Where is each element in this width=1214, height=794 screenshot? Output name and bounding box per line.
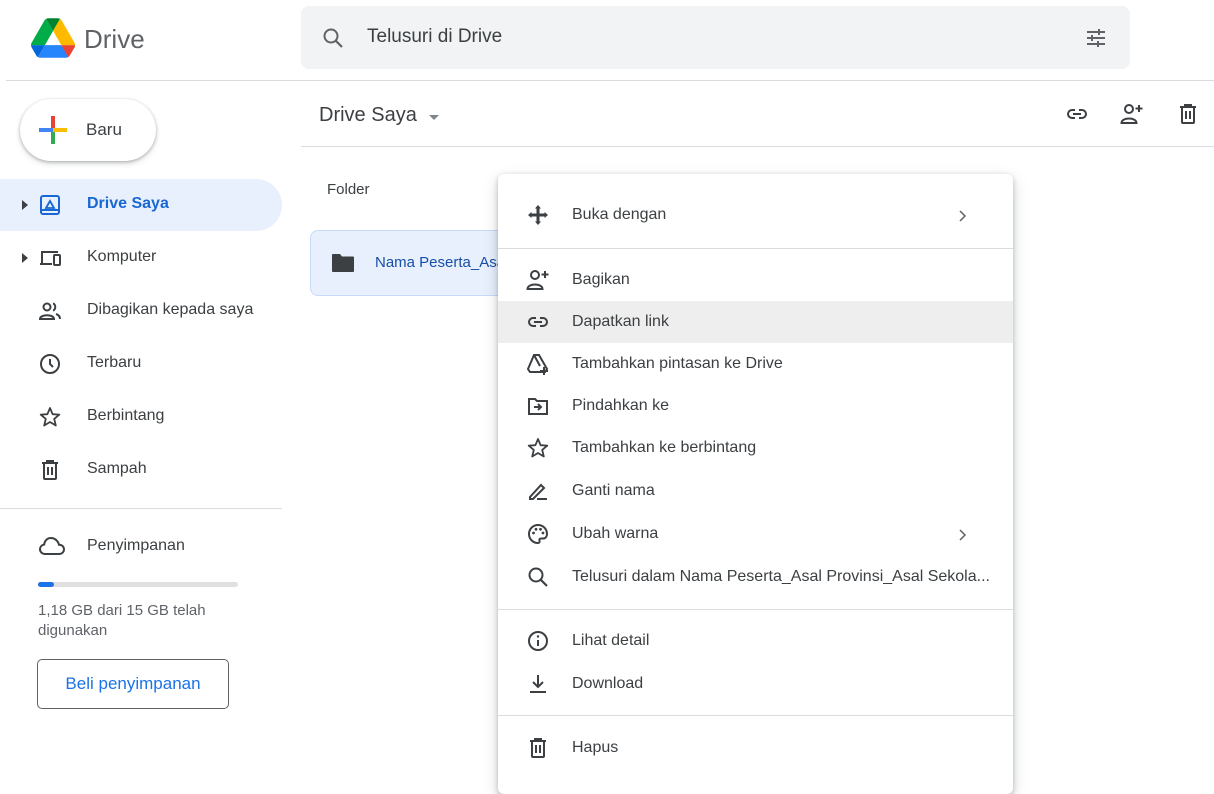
computer-icon [40, 251, 61, 266]
rename-icon [529, 483, 547, 500]
storage-progress-fill [38, 582, 54, 587]
menu-item-get-link[interactable]: Dapatkan link [498, 301, 1013, 343]
star-icon [39, 407, 61, 427]
drive-logo [31, 18, 75, 58]
folder-icon [332, 254, 354, 272]
star-icon [527, 438, 549, 458]
menu-item-add-shortcut[interactable]: Tambahkan pintasan ke Drive [498, 343, 1013, 385]
sidebar-item-recent[interactable]: Terbaru [0, 338, 282, 390]
storage-progress-bar [38, 582, 238, 587]
link-icon [527, 317, 549, 327]
sidebar-item-computers[interactable]: Komputer [0, 232, 282, 284]
menu-item-add-star[interactable]: Tambahkan ke berbintang [498, 427, 1013, 469]
header-divider [6, 80, 1214, 81]
dropdown-arrow-icon[interactable] [428, 114, 440, 122]
chevron-right-icon [959, 529, 967, 541]
sidebar-item-my-drive[interactable]: Drive Saya [0, 179, 282, 231]
buy-storage-label: Beli penyimpanan [65, 674, 201, 693]
sidebar-divider [0, 508, 282, 509]
search-bar[interactable]: Telusuri di Drive [301, 6, 1130, 69]
menu-divider [498, 715, 1013, 716]
plus-icon [39, 116, 67, 144]
trash-icon[interactable] [1176, 102, 1200, 126]
add-person-icon[interactable] [1120, 102, 1144, 126]
search-options-icon[interactable] [1084, 26, 1108, 50]
section-header: Folder [327, 181, 370, 198]
menu-item-details[interactable]: Lihat detail [498, 620, 1013, 662]
move-to-icon [528, 398, 548, 415]
new-button-label: Baru [86, 120, 122, 139]
chevron-right-icon [959, 210, 967, 222]
menu-item-label: Tambahkan ke berbintang [572, 439, 757, 456]
sidebar-item-label: Sampah [87, 460, 147, 477]
menu-item-label: Dapatkan link [572, 313, 669, 330]
menu-item-search-in[interactable]: Telusuri dalam Nama Peserta_Asal Provins… [498, 556, 1013, 598]
menu-item-change-color[interactable]: Ubah warna [498, 513, 1013, 555]
sidebar-item-label: Komputer [87, 248, 157, 265]
search-icon [528, 567, 548, 587]
menu-item-download[interactable]: Download [498, 663, 1013, 705]
trash-icon [42, 460, 58, 480]
sidebar-item-label: Berbintang [87, 407, 165, 424]
share-icon [526, 270, 549, 290]
breadcrumb[interactable]: Drive Saya [319, 104, 417, 127]
toolbar-divider [301, 146, 1214, 147]
menu-item-label: Ganti nama [572, 482, 655, 499]
download-icon [530, 675, 546, 693]
menu-item-label: Buka dengan [572, 206, 667, 223]
my-drive-icon [40, 195, 60, 215]
new-button[interactable]: Baru [20, 99, 156, 161]
sidebar-item-shared[interactable]: Dibagikan kepada saya [0, 285, 282, 337]
menu-item-label: Download [572, 675, 644, 692]
menu-item-label: Bagikan [572, 271, 630, 288]
search-input[interactable]: Telusuri di Drive [367, 26, 502, 48]
trash-icon [530, 738, 546, 758]
menu-item-rename[interactable]: Ganti nama [498, 470, 1013, 512]
menu-item-label: Tambahkan pintasan ke Drive [572, 355, 783, 372]
link-icon[interactable] [1065, 102, 1089, 126]
sidebar-item-label: Dibagikan kepada saya [87, 301, 254, 318]
palette-icon [527, 523, 549, 545]
storage-usage-text: 1,18 GB dari 15 GB telah digunakan [38, 602, 206, 639]
app-name: Drive [84, 24, 145, 54]
clock-icon [40, 354, 60, 374]
menu-item-open-with[interactable]: Buka dengan [498, 194, 1013, 236]
menu-divider [498, 248, 1013, 249]
menu-item-move-to[interactable]: Pindahkan ke [498, 385, 1013, 427]
storage-label[interactable]: Penyimpanan [87, 537, 185, 555]
expand-arrow-icon[interactable] [20, 199, 30, 211]
context-menu: Buka dengan Bagikan Dapatkan link Tambah… [498, 174, 1013, 794]
menu-item-label: Ubah warna [572, 525, 659, 542]
open-with-icon [528, 205, 548, 225]
menu-item-label: Pindahkan ke [572, 397, 669, 414]
search-icon[interactable] [321, 26, 345, 50]
menu-item-share[interactable]: Bagikan [498, 259, 1013, 301]
menu-item-label: Telusuri dalam Nama Peserta_Asal Provins… [572, 568, 990, 585]
info-icon [528, 631, 548, 651]
menu-item-label: Lihat detail [572, 632, 650, 649]
sidebar-item-label: Drive Saya [87, 195, 169, 212]
expand-arrow-icon[interactable] [20, 252, 30, 264]
sidebar-item-label: Terbaru [87, 354, 142, 371]
add-shortcut-icon [526, 354, 549, 375]
cloud-icon [38, 536, 66, 555]
sidebar-item-starred[interactable]: Berbintang [0, 391, 282, 443]
menu-divider [498, 609, 1013, 610]
menu-item-label: Hapus [572, 739, 619, 756]
sidebar-item-trash[interactable]: Sampah [0, 444, 282, 496]
buy-storage-button[interactable]: Beli penyimpanan [37, 659, 229, 709]
menu-item-delete[interactable]: Hapus [498, 727, 1013, 769]
people-icon [38, 302, 61, 320]
